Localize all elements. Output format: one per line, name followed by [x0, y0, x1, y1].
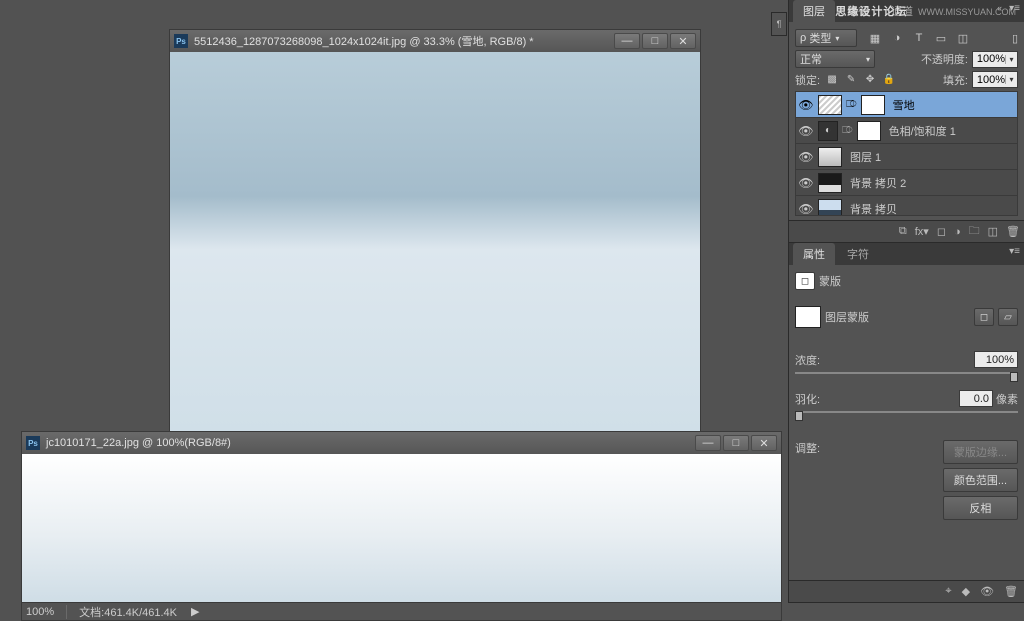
refine-label: 调整:	[795, 440, 820, 456]
lock-position-icon[interactable]: ✥	[862, 72, 878, 88]
layer-filter-type[interactable]: ρ 类型▾	[795, 29, 857, 47]
fill-label: 填充:	[943, 72, 968, 88]
fill-input[interactable]: ▾	[972, 71, 1018, 88]
panel-menu-icon[interactable]: ▾≡	[1009, 246, 1020, 257]
layer-thumb[interactable]	[818, 199, 842, 217]
layer-thumb[interactable]	[818, 147, 842, 167]
layer-row[interactable]: 👁 背景 拷贝 2	[796, 170, 1017, 196]
layer-thumb[interactable]	[818, 173, 842, 193]
canvas-2[interactable]	[22, 454, 781, 602]
feather-input[interactable]	[959, 390, 993, 407]
fx-icon[interactable]: fx▾	[915, 225, 929, 238]
density-label: 浓度:	[795, 352, 820, 368]
statusbar-2: 100% 文档:461.4K/461.4K ▶	[22, 602, 781, 620]
visibility-icon[interactable]: 👁	[798, 123, 814, 139]
tab-layers[interactable]: 图层	[793, 0, 835, 22]
blend-mode-dropdown[interactable]: 正常▾	[795, 50, 875, 68]
lock-transparent-icon[interactable]: ▩	[824, 72, 840, 88]
document-window-2: Ps jc1010171_22a.jpg @ 100%(RGB/8#) — □ …	[21, 431, 782, 621]
delete-mask-icon[interactable]: 🗑	[1004, 585, 1018, 598]
invert-button[interactable]: 反相	[943, 496, 1018, 520]
density-slider[interactable]	[795, 372, 1018, 382]
lock-all-icon[interactable]: 🔒	[881, 72, 897, 88]
minimize-button[interactable]: —	[695, 435, 721, 451]
color-range-button[interactable]: 颜色范围...	[943, 468, 1018, 492]
layer-row[interactable]: 👁 ◐ ⎄ 色相/饱和度 1	[796, 118, 1017, 144]
layer-row[interactable]: 👁 背景 拷贝	[796, 196, 1017, 216]
layers-panel: « ▾≡ 图层 路径 通道 ρ 类型▾ ▦ ◑ T ▭ ◫ ▯	[789, 0, 1024, 243]
layer-thumb[interactable]	[818, 95, 842, 115]
ps-icon: Ps	[26, 436, 40, 450]
tab-character[interactable]: 字符	[837, 243, 879, 265]
watermark-main: 思缘设计论坛	[835, 6, 907, 18]
document-window-1: Ps 5512436_1287073268098_1024x1024it.jpg…	[169, 29, 701, 451]
vector-mask-icon[interactable]: ▱	[998, 308, 1018, 326]
layer-name[interactable]: 背景 拷贝 2	[846, 175, 1015, 191]
apply-mask-icon[interactable]: ◆	[962, 585, 970, 598]
lock-pixels-icon[interactable]: ✎	[843, 72, 859, 88]
density-input[interactable]	[974, 351, 1018, 368]
mask-type-icon[interactable]: ◻	[795, 272, 815, 290]
tab-properties[interactable]: 属性	[793, 243, 835, 265]
titlebar-2[interactable]: Ps jc1010171_22a.jpg @ 100%(RGB/8#) — □ …	[22, 432, 781, 454]
paragraph-icon[interactable]: ¶	[771, 12, 787, 36]
feather-label: 羽化:	[795, 391, 820, 407]
group-icon[interactable]: 🗀	[969, 222, 980, 241]
filter-pixel-icon[interactable]: ▦	[867, 30, 883, 46]
canvas-1[interactable]	[170, 52, 700, 432]
properties-footer: ⌖ ◆ 👁 🗑	[789, 580, 1024, 602]
doc-size-label: 文档:461.4K/461.4K	[79, 604, 177, 620]
doc1-title: 5512436_1287073268098_1024x1024it.jpg @ …	[194, 33, 614, 49]
pixel-mask-icon[interactable]: ◻	[974, 308, 994, 326]
layer-mask-label: 图层蒙版	[825, 309, 869, 325]
maximize-button[interactable]: □	[723, 435, 749, 451]
mask-label: 蒙版	[819, 273, 841, 289]
lock-label: 锁定:	[795, 72, 820, 88]
visibility-icon[interactable]: 👁	[798, 97, 814, 113]
mask-thumb[interactable]	[857, 121, 881, 141]
layers-footer: ⧉ fx▾ ◻ ◑ 🗀 ◫ 🗑	[789, 220, 1024, 242]
titlebar-1[interactable]: Ps 5512436_1287073268098_1024x1024it.jpg…	[170, 30, 700, 52]
filter-smart-icon[interactable]: ◫	[955, 30, 971, 46]
filter-shape-icon[interactable]: ▭	[933, 30, 949, 46]
filter-type-icon[interactable]: T	[911, 30, 927, 46]
toggle-mask-icon[interactable]: 👁	[980, 585, 994, 598]
filter-toggle-icon[interactable]: ▯	[1012, 32, 1018, 45]
close-button[interactable]: ✕	[751, 435, 777, 451]
layer-list: 👁 ⎄ 雪地 👁 ◐ ⎄ 色相/饱和度 1 👁 图层 1	[795, 91, 1018, 216]
load-selection-icon[interactable]: ⌖	[945, 585, 951, 598]
close-button[interactable]: ✕	[670, 33, 696, 49]
visibility-icon[interactable]: 👁	[798, 149, 814, 165]
right-panels: ¶ « ▾≡ 图层 路径 通道 ρ 类型▾ ▦ ◑ T ▭ ◫	[788, 0, 1024, 603]
layer-name[interactable]: 图层 1	[846, 149, 1015, 165]
adjustment-layer-icon[interactable]: ◑	[954, 226, 961, 238]
filter-adjust-icon[interactable]: ◑	[889, 30, 905, 46]
visibility-icon[interactable]: 👁	[798, 201, 814, 217]
layer-row[interactable]: 👁 图层 1	[796, 144, 1017, 170]
zoom-level[interactable]: 100%	[26, 606, 54, 618]
watermark-sub: WWW.MISSYUAN.COM	[918, 7, 1016, 17]
adjustment-icon[interactable]: ◐	[818, 121, 838, 141]
add-mask-icon[interactable]: ◻	[937, 225, 946, 238]
link-layers-icon[interactable]: ⧉	[899, 225, 907, 238]
layer-name[interactable]: 色相/饱和度 1	[885, 123, 1015, 139]
properties-panel: ▾≡ 属性 字符 ◻ 蒙版 图层蒙版 ◻ ▱ 浓度:	[789, 243, 1024, 603]
feather-slider[interactable]	[795, 411, 1018, 421]
visibility-icon[interactable]: 👁	[798, 175, 814, 191]
opacity-input[interactable]: ▾	[972, 51, 1018, 68]
maximize-button[interactable]: □	[642, 33, 668, 49]
delete-layer-icon[interactable]: 🗑	[1006, 225, 1020, 238]
mask-thumb[interactable]	[861, 95, 885, 115]
opacity-label: 不透明度:	[921, 51, 968, 67]
ps-icon: Ps	[174, 34, 188, 48]
minimize-button[interactable]: —	[614, 33, 640, 49]
mask-edge-button[interactable]: 蒙版边缘...	[943, 440, 1018, 464]
mask-preview[interactable]	[795, 306, 821, 328]
layer-name[interactable]: 雪地	[889, 97, 1015, 113]
layer-name[interactable]: 背景 拷贝	[846, 201, 1015, 217]
doc2-title: jc1010171_22a.jpg @ 100%(RGB/8#)	[46, 437, 695, 449]
feather-unit: 像素	[996, 391, 1018, 407]
layer-row[interactable]: 👁 ⎄ 雪地	[796, 92, 1017, 118]
new-layer-icon[interactable]: ◫	[988, 225, 998, 238]
